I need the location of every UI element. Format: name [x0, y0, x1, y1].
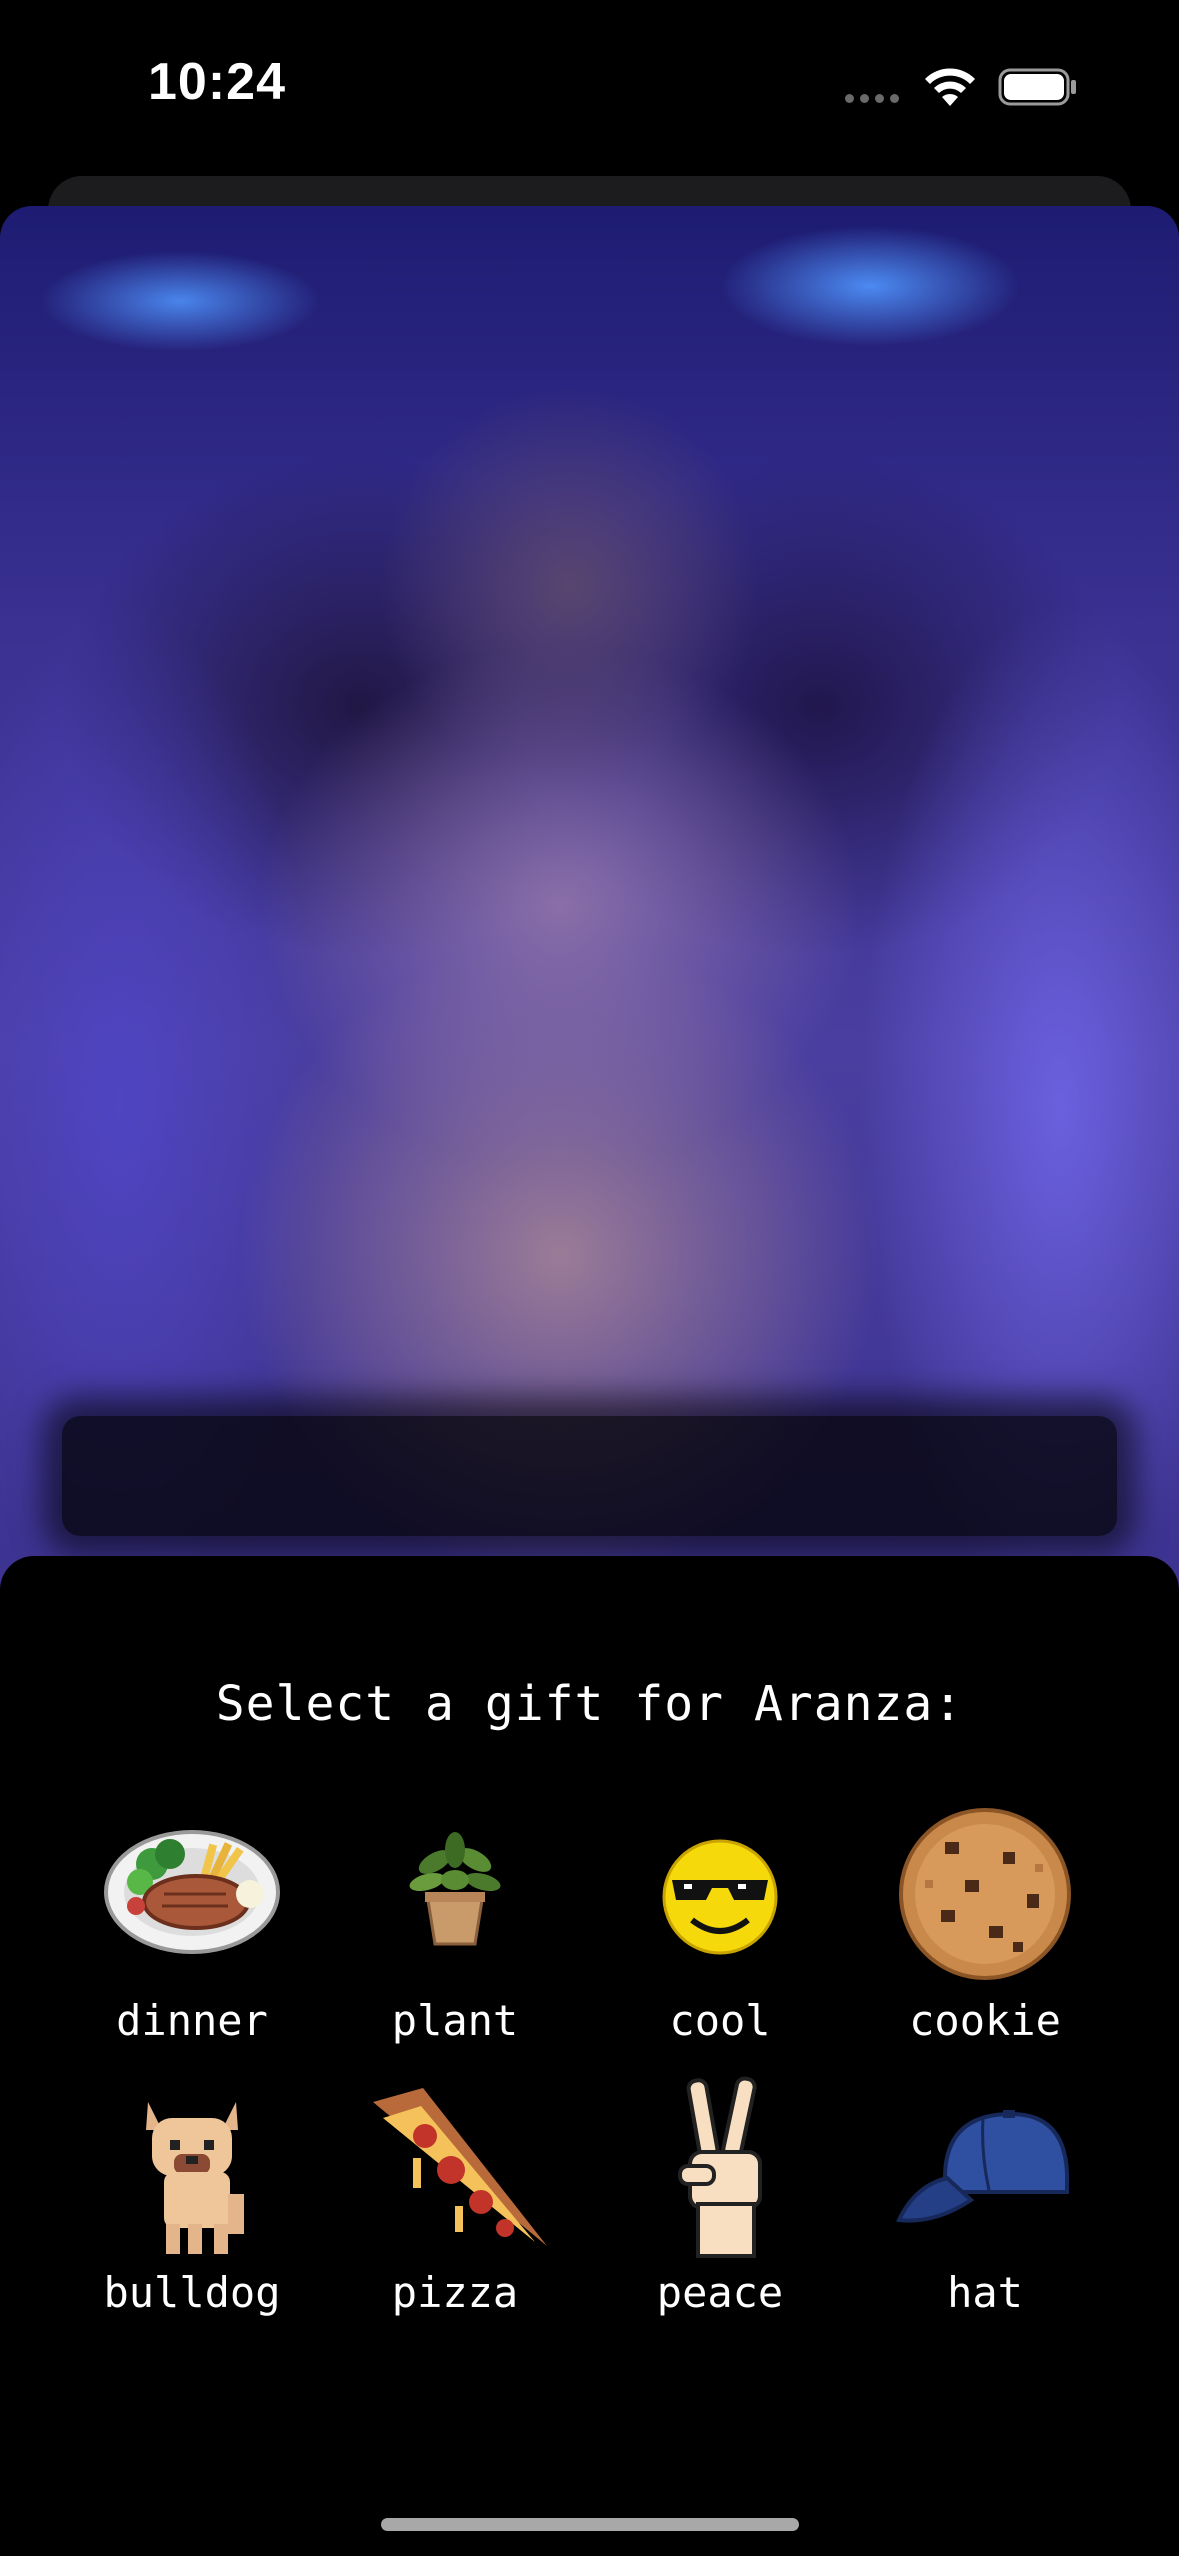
status-bar: 10:24 — [0, 0, 1179, 170]
gift-label: cool — [669, 1996, 771, 2045]
bulldog-icon — [92, 2074, 292, 2264]
cookie-icon — [885, 1802, 1085, 1992]
gift-hat[interactable]: hat — [885, 2074, 1085, 2317]
gift-label: bulldog — [103, 2268, 281, 2317]
gift-label: dinner — [116, 1996, 268, 2045]
gift-peace[interactable]: peace — [620, 2074, 820, 2317]
status-time: 10:24 — [148, 53, 286, 111]
pizza-slice-icon — [355, 2074, 555, 2264]
potted-plant-icon — [355, 1802, 555, 1992]
cap-icon — [885, 2074, 1085, 2264]
gift-label: peace — [656, 2268, 784, 2317]
gift-plant[interactable]: plant — [355, 1802, 555, 2045]
gift-pizza[interactable]: pizza — [355, 2074, 555, 2317]
profile-photo-blurred — [0, 206, 1179, 1606]
peace-hand-icon — [620, 2074, 820, 2264]
photo-caption-bar — [62, 1416, 1117, 1536]
gift-sheet-title: Select a gift for Aranza: — [215, 1676, 964, 1732]
gift-label: hat — [947, 2268, 1023, 2317]
cellular-signal-icon — [845, 94, 905, 104]
home-indicator[interactable] — [381, 2518, 799, 2531]
gift-label: cookie — [909, 1996, 1061, 2045]
battery-icon — [998, 68, 1076, 106]
gift-cookie[interactable]: cookie — [885, 1802, 1085, 2045]
wifi-icon — [925, 68, 975, 106]
sunglasses-smiley-icon — [620, 1802, 820, 1992]
gift-bulldog[interactable]: bulldog — [92, 2074, 292, 2317]
gift-dinner[interactable]: dinner — [92, 1802, 292, 2045]
gift-label: pizza — [391, 2268, 519, 2317]
gift-label: plant — [391, 1996, 519, 2045]
gift-cool[interactable]: cool — [620, 1802, 820, 2045]
dinner-plate-icon — [92, 1802, 292, 1992]
